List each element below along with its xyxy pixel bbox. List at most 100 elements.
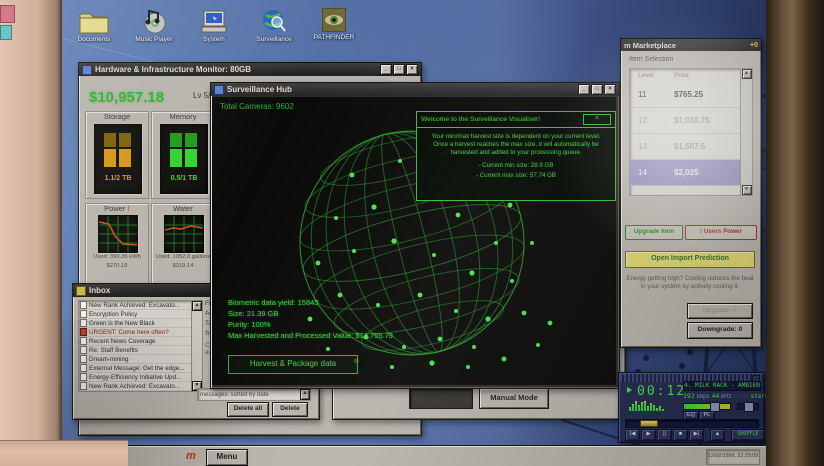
next-button[interactable]: ▶|: [689, 429, 704, 441]
email-row[interactable]: Energy-Efficiency Initiative Upd...: [79, 373, 192, 382]
mail-icon: [80, 364, 87, 372]
delete-all-button[interactable]: Delete all: [227, 402, 269, 417]
email-row[interactable]: New Rank Achieved: Excavato...: [79, 301, 192, 310]
hardware-monitor-titlebar[interactable]: Hardware & Infrastructure Monitor: 80GB …: [79, 63, 421, 76]
close-button[interactable]: ×: [406, 64, 418, 75]
email-row[interactable]: Recent News Coverage: [79, 337, 192, 346]
email-row[interactable]: New Rank Achieved: Excavato...: [79, 382, 192, 391]
eject-button[interactable]: ▲: [710, 429, 725, 441]
surveillance-titlebar[interactable]: Surveillance Hub _ □ ×: [211, 83, 619, 96]
eye-icon: [322, 8, 346, 32]
volume-slider[interactable]: [683, 403, 731, 410]
window-icon: [76, 286, 86, 296]
desktop-icon-system[interactable]: System: [186, 10, 242, 43]
downgrade-button[interactable]: Downgrade: 0: [687, 322, 753, 339]
surveillance-canvas: Total Cameras: 9602: [212, 97, 616, 385]
table-row-selected[interactable]: 14$2,025: [630, 160, 741, 186]
currency-badge: +0: [750, 42, 758, 49]
dialog-max-size: - Current max size: 57.74 GB: [425, 172, 607, 180]
os-logo: m▪: [186, 450, 200, 462]
mail-icon: [80, 337, 87, 345]
stop-button[interactable]: ■: [673, 429, 688, 441]
manual-mode-button[interactable]: Manual Mode: [479, 388, 549, 409]
dropdown-arrow-icon[interactable]: ▲: [300, 389, 310, 400]
bezel-bottom-left: [0, 440, 128, 466]
seek-thumb[interactable]: [640, 420, 658, 427]
harvest-package-button[interactable]: Harvest & Package data: [228, 355, 358, 374]
media-player-window: 00:12 4. MILK RACK - AMBIENT (3:46) 192 …: [618, 372, 765, 443]
prev-button[interactable]: |◀: [625, 429, 640, 441]
mail-icon: [80, 310, 87, 318]
maximize-button[interactable]: □: [591, 84, 603, 95]
bezel-left: [0, 0, 62, 466]
menu-button[interactable]: Menu: [206, 449, 248, 466]
window-title: m Marketplace: [624, 41, 676, 50]
desktop-icon-surveillance[interactable]: Surveillance: [246, 8, 302, 43]
shield-icon: [214, 85, 224, 95]
window-title: Surveillance Hub: [227, 85, 292, 94]
desktop-icon-music-player[interactable]: Music Player: [126, 8, 182, 43]
minimize-button[interactable]: _: [380, 64, 392, 75]
power-graph: [98, 215, 138, 253]
icon-label: System: [203, 36, 225, 43]
storage-value: 1.1/2 TB: [95, 175, 141, 182]
shuffle-button[interactable]: SHUFFLE: [731, 429, 765, 441]
power-used: Used: 390.35 kWh: [86, 254, 148, 260]
users-power-button[interactable]: ! Users Power: [685, 225, 757, 240]
sticker-teal: [0, 25, 12, 40]
scroll-down-icon[interactable]: ▼: [742, 185, 752, 195]
seek-bar[interactable]: [625, 419, 759, 428]
mail-icon: [80, 355, 87, 363]
upgrade-button[interactable]: Upgrade ->: [687, 303, 753, 319]
play-indicator-icon: [627, 387, 632, 393]
cooling-note: Energy getting high? Cooling reduces the…: [626, 275, 754, 290]
pause-button[interactable]: ||: [657, 429, 672, 441]
table-row[interactable]: 13$1,507.5: [630, 134, 741, 160]
maximize-button[interactable]: □: [393, 64, 405, 75]
dialog-close-button[interactable]: ×: [583, 114, 611, 125]
email-row[interactable]: Dream-mining: [79, 355, 192, 364]
spectrum-analyzer: [629, 401, 664, 411]
mode-toggle-button[interactable]: [409, 388, 473, 409]
memory-meter: Memory 0.5/1 TB: [151, 111, 215, 199]
minimize-button[interactable]: _: [578, 84, 590, 95]
email-row[interactable]: Green is the New Black: [79, 319, 192, 328]
mail-icon: [80, 346, 87, 354]
email-row-urgent[interactable]: URGENT: High Electricity Usage: [79, 391, 192, 392]
balance-thumb[interactable]: [744, 402, 754, 412]
open-import-prediction-button[interactable]: Open Import Prediction: [625, 251, 755, 268]
table-header: LevelPrice: [630, 69, 741, 82]
marketplace-titlebar[interactable]: m Marketplace +0: [621, 39, 761, 51]
table-row[interactable]: 11$765.25: [630, 82, 741, 108]
balance-slider[interactable]: [737, 403, 759, 410]
taskbar: m▪ Menu 12/02/1999, 22:29:09: [128, 446, 766, 466]
dialog-text: Your min/max harvest size is dependent o…: [425, 133, 607, 141]
email-row-urgent[interactable]: URGENT: Come here often?: [79, 328, 192, 337]
water-graph: [164, 215, 204, 253]
email-row[interactable]: Encryption Policy: [79, 310, 192, 319]
email-row[interactable]: External Message: Get the edge...: [79, 364, 192, 373]
water-cost: $219.14: [152, 263, 214, 269]
mono-indicator: mono: [734, 394, 749, 400]
power-warning-icon: !: [127, 204, 130, 213]
table-row[interactable]: 12$1,030.75: [630, 108, 741, 134]
delete-button[interactable]: Delete: [272, 402, 308, 417]
email-list-scrollbar[interactable]: ▲ ▼: [191, 300, 203, 392]
play-button[interactable]: ▶: [641, 429, 656, 441]
scroll-up-icon[interactable]: ▲: [192, 301, 202, 311]
storage-label: Storage: [86, 112, 148, 121]
close-button[interactable]: ×: [604, 84, 616, 95]
music-cd-icon: [139, 8, 169, 34]
item-table-scrollbar[interactable]: ▲ ▼: [740, 68, 753, 196]
water-meter: Water Used: 1052.0 gallons $219.14: [151, 203, 215, 285]
stat-purity: Purity: 100%: [228, 319, 393, 330]
power-meter: Power ! Used: 390.35 kWh $270.18: [85, 203, 149, 285]
section-label: Item Selection: [629, 56, 673, 63]
email-row[interactable]: Re: Staff Benefits: [79, 346, 192, 355]
desktop-icon-pathfinder[interactable]: PATHFINDER: [306, 8, 362, 41]
sort-dropdown[interactable]: messages: sorted by date ▲: [197, 388, 311, 401]
desktop-icon-documents[interactable]: Documents: [66, 10, 122, 43]
upgrade-item-button[interactable]: Upgrade Item: [625, 225, 683, 240]
bitrate-value: 192: [683, 392, 695, 400]
scroll-up-icon[interactable]: ▲: [742, 69, 752, 79]
